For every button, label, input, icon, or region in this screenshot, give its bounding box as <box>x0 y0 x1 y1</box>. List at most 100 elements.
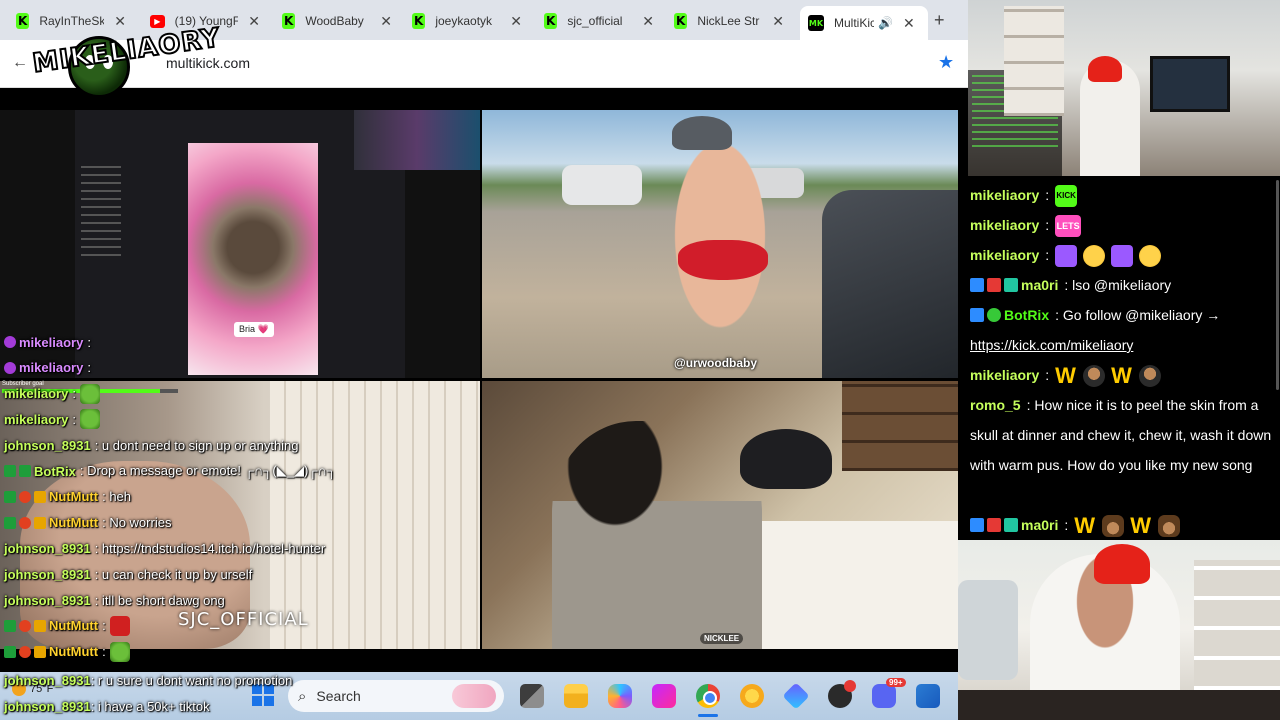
chat-message: romo_5: How nice it is to peel the skin … <box>970 390 1272 480</box>
mod-badge-icon <box>4 490 16 503</box>
close-tab-icon[interactable]: ✕ <box>380 13 392 30</box>
browser-tab[interactable]: MK MultiKick 🔊 ✕ <box>800 6 928 40</box>
chat-username[interactable]: johnson_8931 <box>4 567 91 582</box>
chat-link[interactable]: https://kick.com/mikeliaory <box>970 337 1133 353</box>
word-icon[interactable] <box>916 684 940 708</box>
red-badge-icon <box>19 619 31 632</box>
chat-username[interactable]: johnson_8931 <box>4 438 91 453</box>
task-view-icon[interactable] <box>520 684 544 708</box>
picsart-icon[interactable] <box>652 684 676 708</box>
chat-username[interactable]: mikeliaory <box>4 412 68 427</box>
chat-username[interactable]: romo_5 <box>970 397 1021 413</box>
chat-username[interactable]: mikeliaory <box>19 360 83 375</box>
chat-text: : heh <box>102 489 132 505</box>
chat-scrollbar[interactable] <box>1276 180 1279 390</box>
new-tab-button[interactable]: + <box>934 10 945 31</box>
chat-username[interactable]: NutMutt <box>49 644 98 659</box>
keyboard <box>958 690 1280 720</box>
browser-tab[interactable]: Kjoeykaotyk ✕ <box>404 6 530 36</box>
chat-username[interactable]: mikeliaory <box>19 335 83 350</box>
chat-text: : u dont need to sign up or anything <box>94 437 299 453</box>
chat-username[interactable]: BotRix <box>34 464 76 479</box>
chrome-icon[interactable] <box>696 684 720 708</box>
chat-username[interactable]: mikeliaory <box>970 187 1039 203</box>
back-button[interactable]: ← <box>12 54 28 72</box>
browser-tab[interactable]: K WoodBaby ✕ <box>274 6 400 36</box>
tab-title: MultiKick <box>834 16 874 30</box>
kick-icon: K <box>544 13 558 29</box>
chat-message: johnson_8931: r u sure u dont want no pr… <box>4 673 292 688</box>
chat-username[interactable]: mikeliaory <box>4 386 68 401</box>
close-tab-icon[interactable]: ✕ <box>248 13 260 30</box>
chat-text: : <box>1064 517 1069 533</box>
mod-badge-icon <box>4 516 16 529</box>
chat-text: : <box>72 386 76 402</box>
copilot-icon[interactable] <box>608 684 632 708</box>
sun-app-icon[interactable] <box>740 684 764 708</box>
purple-emote-icon <box>1111 245 1134 268</box>
mod-badge-icon <box>4 619 16 632</box>
browser-tab[interactable]: Ksjc_official ✕ <box>536 6 662 36</box>
gold-badge-icon <box>34 516 46 529</box>
search-highlight-icon <box>452 684 496 708</box>
stream-watermark: NICKLEE <box>700 633 744 644</box>
chat-message: johnson_8931: itll be short dawg ong <box>4 588 225 612</box>
chat-username[interactable]: johnson_8931 <box>4 699 91 714</box>
chat-message: NutMutt: <box>4 614 130 638</box>
cowboy-emote-icon <box>1158 515 1181 538</box>
m-emote-icon: W <box>1111 363 1132 389</box>
chat-username[interactable]: NutMutt <box>49 489 98 504</box>
capcut-icon[interactable] <box>782 682 810 710</box>
chat-username[interactable]: ma0ri <box>1021 517 1058 533</box>
active-app-indicator <box>698 714 718 717</box>
chat-username[interactable]: mikeliaory <box>970 247 1039 263</box>
chat-text: : r u sure u dont want no promotion <box>90 673 293 688</box>
chat-username[interactable]: ma0ri <box>1021 277 1058 293</box>
m-emote-icon: W <box>1055 363 1076 389</box>
chat-text: : <box>87 334 91 350</box>
close-tab-icon[interactable]: ✕ <box>772 13 784 30</box>
red-badge-icon <box>19 516 31 529</box>
webcam-top-right <box>968 0 1280 176</box>
stream-pane-top-right[interactable]: @urwoodbaby <box>482 110 958 378</box>
browser-tab[interactable]: K NickLee Str ✕ <box>666 6 792 36</box>
led-lights <box>354 110 480 170</box>
search-icon: ⌕ <box>298 687 307 705</box>
chat-message: BotRix: Go follow @mikeliaory → <box>970 300 1272 330</box>
chat-username[interactable]: johnson_8931 <box>4 541 91 556</box>
close-tab-icon[interactable]: ✕ <box>642 13 654 30</box>
chat-message: mikeliaory: W W <box>970 360 1272 390</box>
red-beanie <box>1088 56 1122 82</box>
chat-text: : Drop a message or emote! ┌∩┐(◣_◢)┌∩┐ <box>79 463 337 478</box>
speaker-icon[interactable]: 🔊 <box>878 16 893 30</box>
chat-username[interactable]: mikeliaory <box>970 367 1039 383</box>
chat-username[interactable]: mikeliaory <box>970 217 1039 233</box>
m-emote-icon: W <box>1130 513 1152 539</box>
chat-username[interactable]: johnson_8931 <box>4 593 91 608</box>
chat-username[interactable]: johnson_8931 <box>4 673 91 688</box>
purple-badge-icon <box>4 336 16 348</box>
close-tab-icon[interactable]: ✕ <box>510 13 522 30</box>
chat-message: mikeliaory: <box>4 356 91 380</box>
chat-username[interactable]: NutMutt <box>49 618 98 633</box>
mod-badge-icon <box>19 465 31 477</box>
discord-icon[interactable] <box>872 684 896 708</box>
chat-text: : <box>1045 187 1050 203</box>
teal-badge-icon <box>1004 278 1018 292</box>
puppy-photo <box>188 143 318 375</box>
cap <box>740 429 832 489</box>
cowboy-emote-icon <box>1102 515 1125 538</box>
channel-logo: MIKELIAORY <box>30 6 224 106</box>
close-tab-icon[interactable]: ✕ <box>903 15 915 32</box>
chat-text: : <box>102 644 106 660</box>
chat-username[interactable]: BotRix <box>1004 307 1049 323</box>
chat-text: : <box>1045 367 1050 383</box>
monitor <box>1150 56 1230 112</box>
tab-title: NickLee Str <box>697 14 760 28</box>
bookmark-star-icon[interactable]: ★ <box>938 52 954 73</box>
file-explorer-icon[interactable] <box>564 684 588 708</box>
taskbar-search[interactable]: ⌕ Search <box>288 680 504 712</box>
obs-icon[interactable] <box>828 680 856 708</box>
stream-pane-bottom-right[interactable]: NICKLEE <box>482 381 958 649</box>
chat-username[interactable]: NutMutt <box>49 515 98 530</box>
